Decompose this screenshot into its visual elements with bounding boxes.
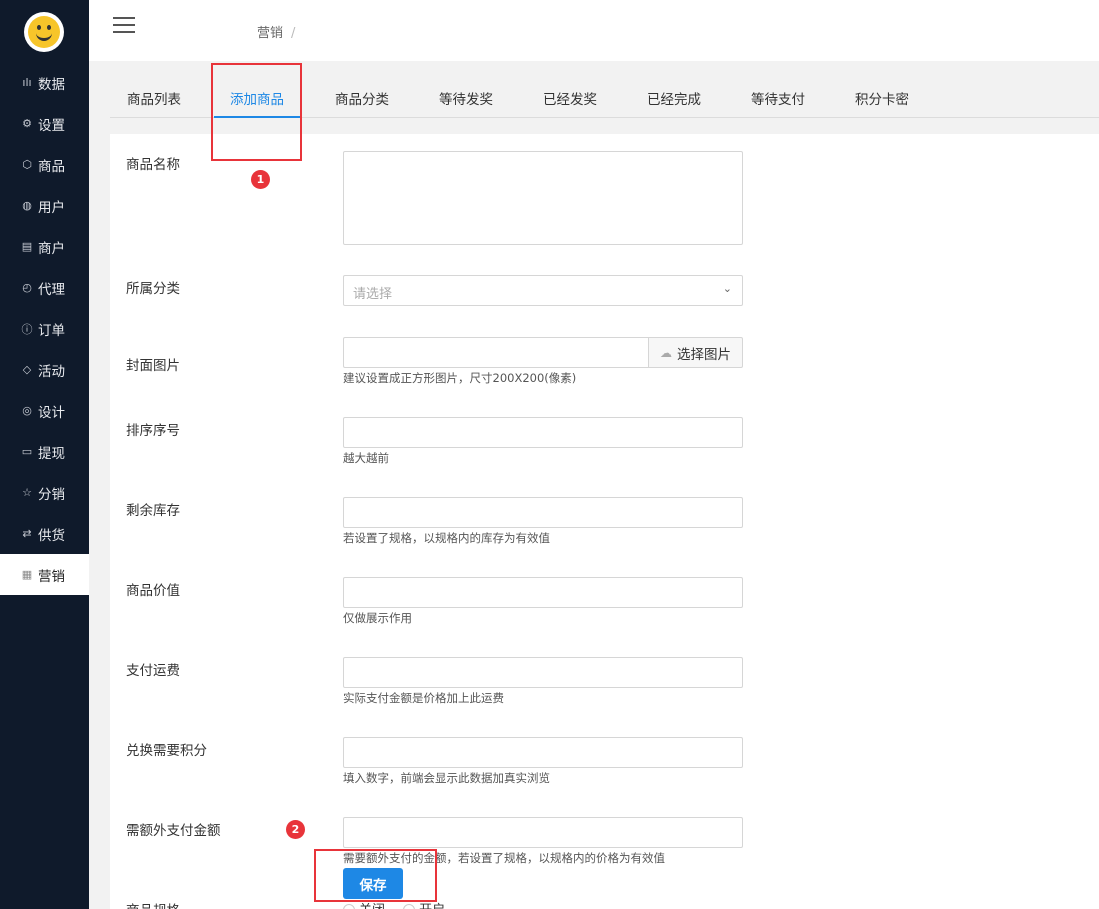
sidebar-item-goods[interactable]: ⬡ 商品 [0, 144, 89, 185]
sort-label: 排序序号 [126, 423, 180, 439]
extra-amount-label: 需额外支付金额 [126, 823, 221, 839]
sidebar-item-withdraw[interactable]: ▭ 提现 [0, 431, 89, 472]
sidebar-item-label: 商品 [38, 158, 65, 175]
chevron-down-icon: ⌄ [722, 282, 732, 295]
annotation-badge-1: 1 [251, 170, 270, 189]
sidebar-nav: ılı 数据 ⚙ 设置 ⬡ 商品 ◍ 用户 ▤ 商户 ◴ 代理 ⓘ 订单 ◇ 活动 ◎ 设计 ▭ 提… [0, 62, 89, 595]
sidebar-item-label: 用户 [38, 199, 65, 216]
price-label: 商品价值 [126, 583, 180, 599]
card-icon: ▭ [21, 445, 33, 458]
sort-hint: 越大越前 [343, 451, 389, 465]
sidebar-item-supply[interactable]: ⇄ 供货 [0, 513, 89, 554]
clock-icon: ◴ [22, 281, 32, 294]
price-input[interactable] [343, 577, 743, 608]
tab-goods-list[interactable]: 商品列表 [125, 83, 183, 118]
smiley-icon [28, 16, 60, 48]
category-placeholder: 请选择 [353, 287, 393, 302]
category-select[interactable]: 请选择 ⌄ [343, 275, 743, 306]
sidebar-item-design[interactable]: ◎ 设计 [0, 390, 89, 431]
palette-icon: ◎ [22, 404, 32, 417]
price-hint: 仅做展示作用 [343, 611, 412, 625]
sidebar-item-label: 设计 [38, 404, 65, 421]
spec-radio-off-label: 关闭 [359, 903, 385, 909]
annotation-box-2 [314, 849, 437, 902]
category-label: 所属分类 [126, 281, 180, 297]
tag-icon: ◇ [22, 363, 32, 376]
points-label: 兑换需要积分 [126, 743, 207, 759]
sidebar-item-label: 数据 [38, 76, 65, 93]
sidebar: ılı 数据 ⚙ 设置 ⬡ 商品 ◍ 用户 ▤ 商户 ◴ 代理 ⓘ 订单 ◇ 活动 ◎ 设计 ▭ 提… [0, 0, 89, 909]
tab-prize-sent[interactable]: 已经发奖 [541, 83, 599, 118]
sidebar-item-activity[interactable]: ◇ 活动 [0, 349, 89, 390]
annotation-badge-2: 2 [286, 820, 305, 839]
cover-image-hint: 建议设置成正方形图片，尺寸200X200(像素) [343, 371, 577, 385]
annotation-box-1 [211, 63, 302, 161]
menu-toggle-icon[interactable] [113, 17, 135, 35]
sidebar-item-label: 营销 [38, 568, 65, 585]
shipping-hint: 实际支付金额是价格加上此运费 [343, 691, 504, 705]
top-header: 营销 / [89, 0, 1099, 61]
sidebar-item-distribution[interactable]: ☆ 分销 [0, 472, 89, 513]
choose-image-button[interactable]: ☁ 选择图片 [648, 337, 743, 368]
points-hint: 填入数字，前端会显示此数据加真实浏览 [343, 771, 550, 785]
sidebar-item-label: 供货 [38, 527, 65, 544]
sidebar-item-label: 代理 [38, 281, 65, 298]
sidebar-item-label: 设置 [38, 117, 65, 134]
sidebar-item-orders[interactable]: ⓘ 订单 [0, 308, 89, 349]
shipping-label: 支付运费 [126, 663, 180, 679]
sidebar-item-label: 提现 [38, 445, 65, 462]
stock-label: 剩余库存 [126, 503, 180, 519]
bar-chart-icon: ılı [22, 76, 32, 89]
cover-image-label: 封面图片 [126, 358, 180, 374]
breadcrumb-item[interactable]: 营销 [257, 26, 283, 41]
sidebar-item-settings[interactable]: ⚙ 设置 [0, 103, 89, 144]
extra-amount-input[interactable] [343, 817, 743, 848]
tab-completed[interactable]: 已经完成 [645, 83, 703, 118]
spec-radio-on-label: 开启 [419, 903, 445, 909]
avatar[interactable] [24, 12, 64, 52]
swap-icon: ⇄ [22, 527, 32, 540]
choose-image-label: 选择图片 [677, 346, 731, 363]
sidebar-item-label: 商户 [38, 240, 65, 257]
tab-awaiting-payment[interactable]: 等待支付 [749, 83, 807, 118]
breadcrumb: 营销 / [257, 22, 295, 41]
sidebar-item-users[interactable]: ◍ 用户 [0, 185, 89, 226]
add-goods-form: 商品名称 所属分类 请选择 ⌄ 封面图片 ☁ 选择图片 建议设置成正方形图片，尺寸… [110, 134, 1099, 909]
box-icon: ⬡ [22, 158, 32, 171]
sidebar-item-label: 订单 [38, 322, 65, 339]
tab-awaiting-prize[interactable]: 等待发奖 [437, 83, 495, 118]
radio-icon [403, 904, 416, 909]
sidebar-item-label: 活动 [38, 363, 65, 380]
sidebar-item-marketing[interactable]: ▦ 营销 [0, 554, 89, 595]
tab-goods-category[interactable]: 商品分类 [333, 83, 391, 118]
shipping-input[interactable] [343, 657, 743, 688]
radio-icon [343, 904, 355, 909]
list-icon: ▤ [21, 240, 33, 253]
goods-name-label: 商品名称 [126, 157, 180, 173]
cover-image-input[interactable] [343, 337, 649, 368]
breadcrumb-separator: / [291, 26, 296, 41]
goods-name-textarea[interactable] [343, 151, 743, 245]
cloud-upload-icon: ☁ [660, 345, 672, 360]
points-input[interactable] [343, 737, 743, 768]
info-icon: ⓘ [21, 322, 33, 336]
star-icon: ☆ [22, 486, 32, 499]
sidebar-item-label: 分销 [38, 486, 65, 503]
grid-icon: ▦ [21, 568, 33, 581]
sidebar-item-merchants[interactable]: ▤ 商户 [0, 226, 89, 267]
sidebar-item-data[interactable]: ılı 数据 [0, 62, 89, 103]
stock-hint: 若设置了规格，以规格内的库存为有效值 [343, 531, 550, 545]
spec-label: 商品规格 [126, 899, 180, 909]
gear-icon: ⚙ [22, 117, 32, 130]
sort-input[interactable] [343, 417, 743, 448]
user-icon: ◍ [22, 199, 32, 212]
sidebar-item-agents[interactable]: ◴ 代理 [0, 267, 89, 308]
stock-input[interactable] [343, 497, 743, 528]
tab-points-card[interactable]: 积分卡密 [853, 83, 911, 118]
